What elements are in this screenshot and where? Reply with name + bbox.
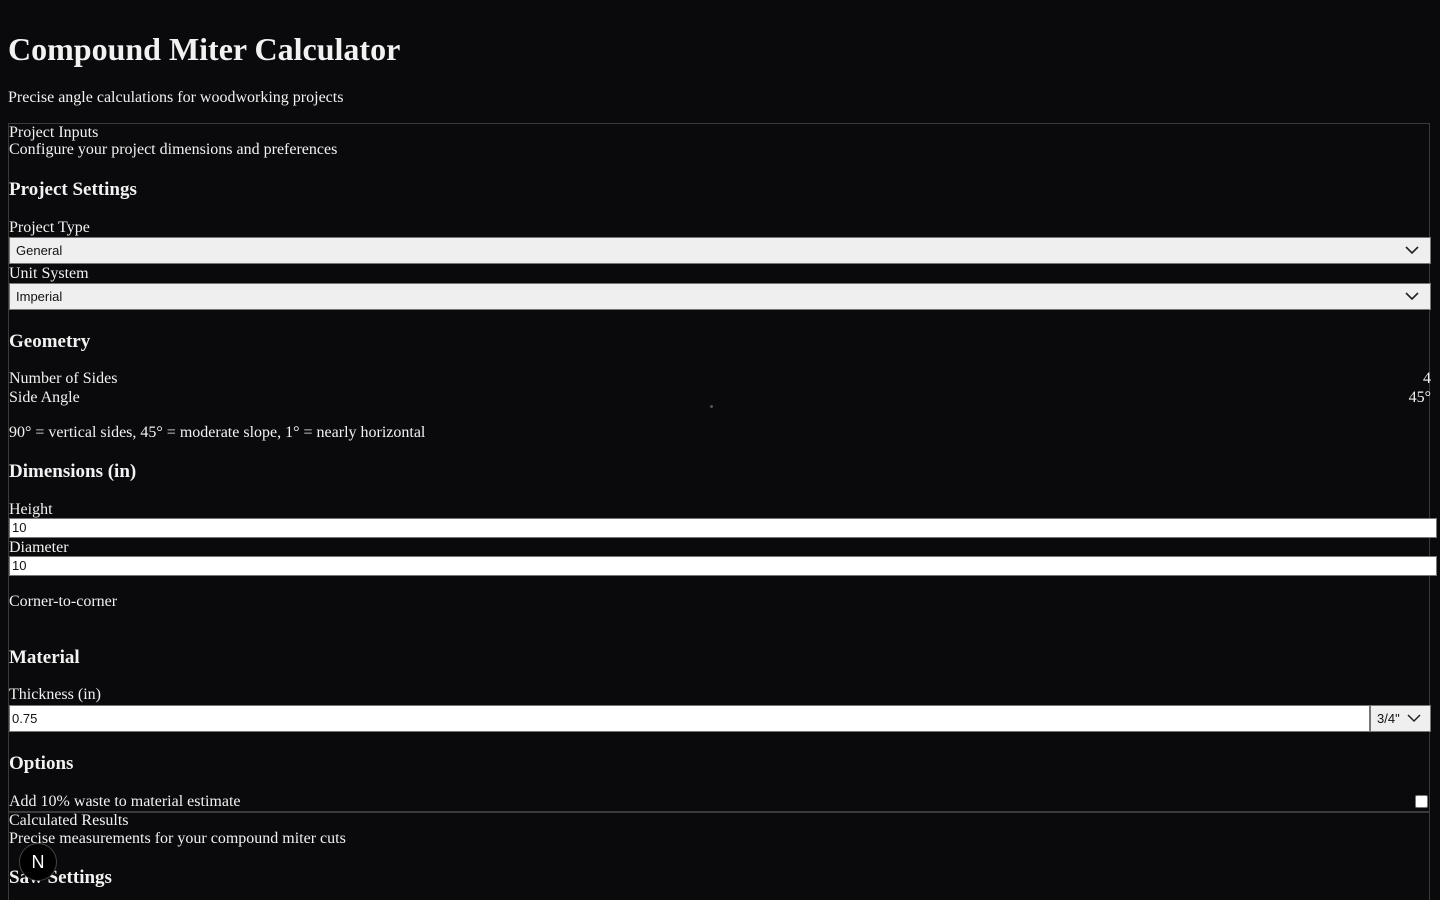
- diameter-label: Diameter: [9, 539, 69, 556]
- side-angle-value: 45°: [1408, 389, 1431, 406]
- dimensions-heading: Dimensions (in): [9, 461, 137, 482]
- sides-value: 4: [1423, 370, 1431, 387]
- project-type-value: General: [16, 243, 63, 258]
- geometry-heading: Geometry: [9, 331, 91, 352]
- waste-checkbox[interactable]: [1415, 795, 1428, 808]
- chevron-down-icon: [1405, 292, 1419, 301]
- side-angle-slider[interactable]: [710, 405, 713, 408]
- side-angle-hint: 90° = vertical sides, 45° = moderate slo…: [9, 424, 426, 441]
- thickness-input[interactable]: 0.75: [9, 705, 1370, 732]
- options-heading: Options: [9, 753, 74, 774]
- side-angle-label: Side Angle: [9, 389, 80, 406]
- sides-label: Number of Sides: [9, 370, 118, 387]
- unit-system-value: Imperial: [16, 289, 63, 304]
- height-label: Height: [9, 501, 53, 518]
- chevron-down-icon: [1405, 246, 1419, 255]
- height-input[interactable]: 10: [9, 518, 1437, 538]
- results-card: [8, 812, 1430, 900]
- thickness-preset-value: 3/4": [1377, 711, 1400, 726]
- diameter-mode-toggle[interactable]: Corner-to-corner: [9, 593, 117, 611]
- results-card-description: Precise measurements for your compound m…: [9, 830, 346, 847]
- page-subtitle: Precise angle calculations for woodworki…: [8, 89, 344, 106]
- unit-system-select[interactable]: Imperial: [9, 283, 1431, 310]
- results-card-title: Calculated Results: [9, 812, 129, 829]
- chevron-down-icon: [1407, 714, 1421, 723]
- waste-label: Add 10% waste to material estimate: [9, 793, 241, 810]
- unit-system-label: Unit System: [9, 265, 89, 282]
- inputs-card-description: Configure your project dimensions and pr…: [9, 141, 338, 158]
- project-settings-heading: Project Settings: [9, 179, 137, 200]
- material-heading: Material: [9, 647, 80, 668]
- thickness-preset-select[interactable]: 3/4": [1370, 705, 1431, 732]
- badge-letter: N: [31, 851, 45, 872]
- dev-tools-badge[interactable]: N: [19, 843, 57, 881]
- diameter-input[interactable]: 10: [9, 556, 1437, 576]
- project-type-label: Project Type: [9, 219, 90, 236]
- inputs-card-title: Project Inputs: [9, 124, 99, 141]
- project-type-select[interactable]: General: [9, 237, 1431, 264]
- thickness-label: Thickness (in): [9, 686, 101, 703]
- page-title: Compound Miter Calculator: [8, 31, 401, 67]
